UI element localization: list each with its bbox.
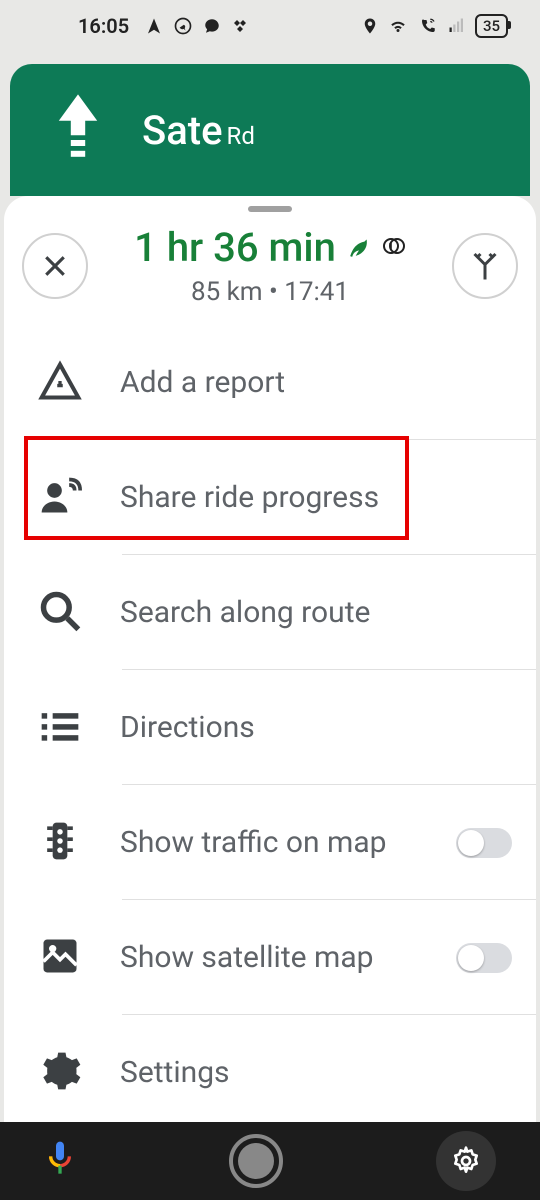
system-nav-bar [0,1122,540,1200]
trip-distance: 85 km [191,277,263,307]
toll-badge-icon: 1 [382,234,406,262]
app-icon [231,17,249,35]
menu-add-report[interactable]: Add a report [4,325,536,440]
trip-header: 1 hr 36 min 1 85 km • 17:41 [4,218,536,325]
battery-indicator: 35 [475,14,508,38]
traffic-toggle[interactable] [456,828,512,858]
alternate-routes-button[interactable] [452,233,518,299]
menu-show-satellite[interactable]: Show satellite map [4,900,536,1015]
route-sheet: 1 hr 36 min 1 85 km • 17:41 [4,196,536,1130]
menu-label: Add a report [120,365,285,400]
menu-label: Show traffic on map [120,825,386,860]
sheet-grabber[interactable] [248,206,292,212]
gear-icon [38,1049,82,1097]
traffic-light-icon [38,819,82,867]
close-button[interactable] [22,233,88,299]
road-main: Sate [142,107,223,154]
satellite-toggle[interactable] [456,943,512,973]
report-icon [38,359,82,407]
status-right: 35 [361,14,508,38]
menu-label: Settings [120,1055,230,1090]
trip-eta: 17:41 [284,277,349,307]
status-left: 16:05 [78,14,249,38]
clock: 16:05 [78,14,129,38]
location-icon [361,15,379,37]
menu-search-route[interactable]: Search along route [4,555,536,670]
menu-share-ride[interactable]: Share ride progress [4,440,536,555]
straight-arrow-icon [50,92,106,168]
leaf-icon [346,233,372,263]
svg-text:1: 1 [388,242,394,253]
menu-show-traffic[interactable]: Show traffic on map [4,785,536,900]
menu-label: Search along route [120,595,370,630]
search-icon [38,589,82,637]
trip-subtitle: 85 km • 17:41 [88,277,452,307]
wifi-calling-icon [417,17,439,35]
wifi-icon [387,17,409,35]
status-bar: 16:05 35 [0,0,540,52]
menu-label: Share ride progress [120,480,379,515]
menu-settings[interactable]: Settings [4,1015,536,1130]
menu-label: Show satellite map [120,940,373,975]
road-name: SateRd [142,107,255,154]
trip-duration: 1 hr 36 min [134,224,336,271]
chat-icon [203,17,221,35]
menu-list: Add a report Share ride progress Search … [4,325,536,1130]
nav-settings-button[interactable] [436,1131,496,1191]
list-icon [38,704,82,752]
share-person-icon [38,474,82,522]
assistant-mic-icon[interactable] [44,1138,76,1184]
whatsapp-icon [173,16,193,36]
menu-directions[interactable]: Directions [4,670,536,785]
signal-icon [447,17,467,35]
navigation-banner[interactable]: SateRd [10,64,530,196]
trip-summary: 1 hr 36 min 1 85 km • 17:41 [88,224,452,307]
road-suffix: Rd [227,122,255,150]
home-button[interactable] [229,1134,283,1188]
menu-label: Directions [120,710,255,745]
satellite-map-icon [38,934,82,982]
nav-arrow-icon [145,17,163,35]
